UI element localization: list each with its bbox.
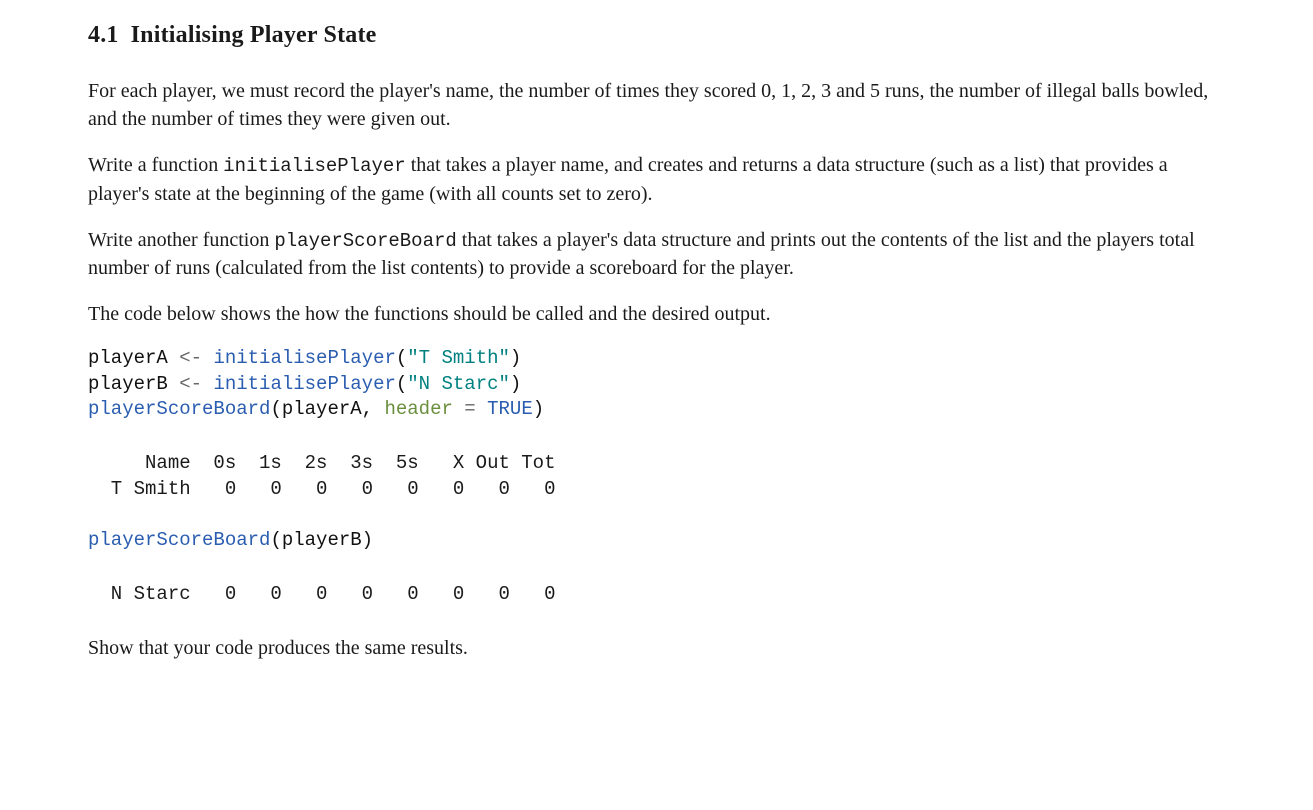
paragraph-1: For each player, we must record the play… (88, 77, 1225, 133)
code-token: playerScoreBoard (88, 529, 270, 551)
code-token: header (384, 398, 464, 420)
code-token: playerB (88, 373, 179, 395)
inline-code-initialisePlayer: initialisePlayer (223, 155, 405, 177)
code-token: playerB (282, 529, 362, 551)
code-token: "N Starc" (407, 373, 510, 395)
code-token: ( (270, 398, 281, 420)
paragraph-3a: Write another function (88, 229, 274, 251)
code-token: ( (396, 373, 407, 395)
code-token: playerA (88, 347, 179, 369)
paragraph-4: The code below shows the how the functio… (88, 300, 1225, 328)
code-token: ) (510, 347, 521, 369)
output-block-1: Name 0s 1s 2s 3s 5s X Out Tot T Smith 0 … (88, 451, 1225, 502)
code-token: ) (510, 373, 521, 395)
code-token: initialisePlayer (213, 373, 395, 395)
document-page: 4.1 Initialising Player State For each pl… (0, 0, 1313, 810)
code-token: = (464, 398, 487, 420)
code-token: initialisePlayer (213, 347, 395, 369)
code-token: ( (270, 529, 281, 551)
paragraph-3: Write another function playerScoreBoard … (88, 226, 1225, 283)
code-token: ) (533, 398, 544, 420)
code-token: "T Smith" (407, 347, 510, 369)
paragraph-2a: Write a function (88, 154, 223, 176)
section-heading: 4.1 Initialising Player State (88, 22, 1225, 49)
code-token: playerA, (282, 398, 385, 420)
code-block-2: playerScoreBoard(playerB) (88, 528, 1225, 554)
section-title: Initialising Player State (131, 22, 377, 48)
code-token: TRUE (487, 398, 533, 420)
code-token: ) (362, 529, 373, 551)
code-token: ( (396, 347, 407, 369)
code-token: <- (179, 373, 213, 395)
inline-code-playerScoreBoard: playerScoreBoard (274, 230, 456, 252)
code-token: <- (179, 347, 213, 369)
paragraph-2: Write a function initialisePlayer that t… (88, 151, 1225, 208)
output-block-2: N Starc 0 0 0 0 0 0 0 0 (88, 582, 1225, 608)
section-number: 4.1 (88, 22, 119, 48)
code-token: playerScoreBoard (88, 398, 270, 420)
code-block-1: playerA <- initialisePlayer("T Smith") p… (88, 346, 1225, 423)
paragraph-5: Show that your code produces the same re… (88, 634, 1225, 662)
